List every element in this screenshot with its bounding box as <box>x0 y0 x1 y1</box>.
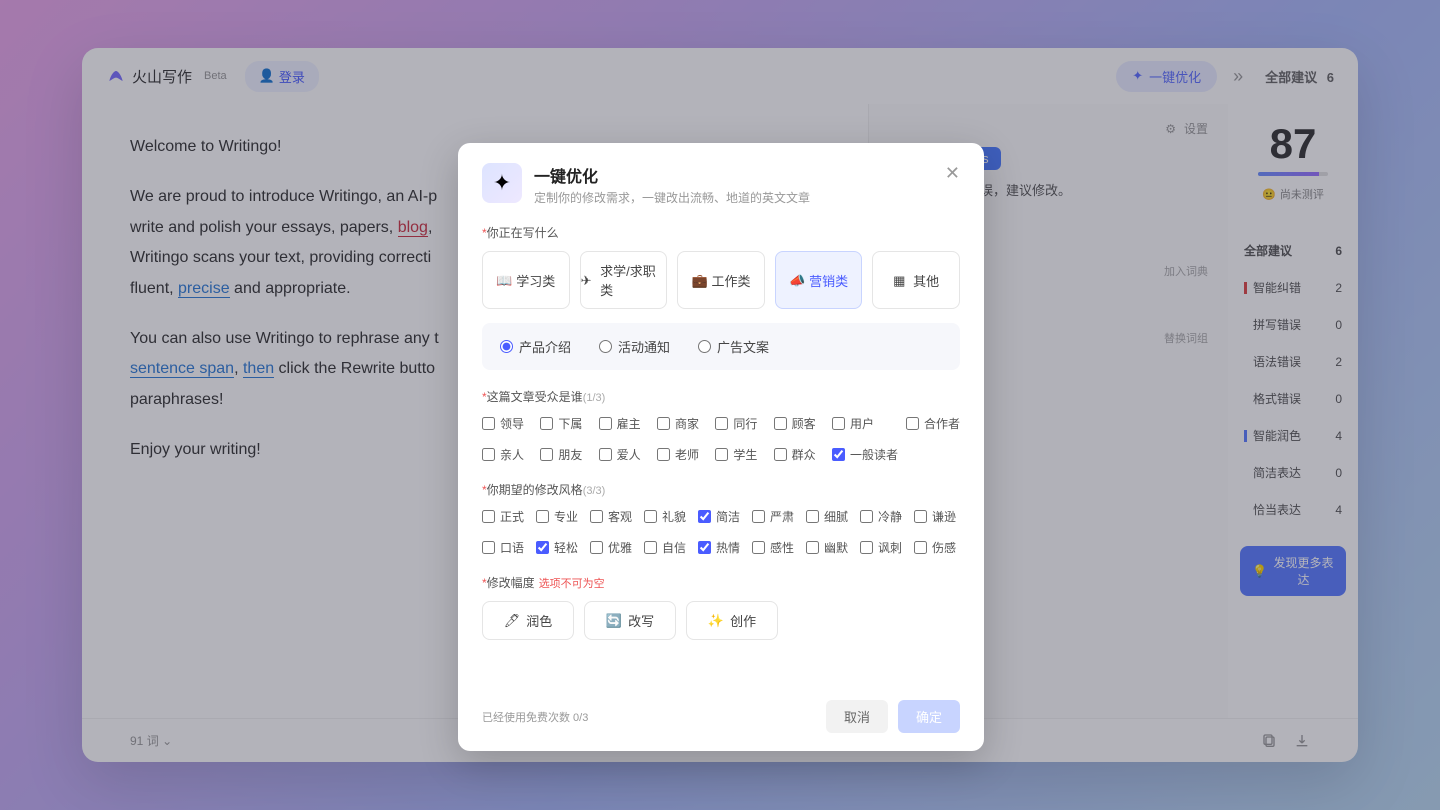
style-checkbox[interactable]: 自信 <box>644 539 690 556</box>
usage-text: 已经使用免费次数 0/3 <box>482 709 588 725</box>
style-checkbox[interactable]: 礼貌 <box>644 508 690 525</box>
style-checkbox[interactable]: 严肃 <box>752 508 798 525</box>
doc-type-tab[interactable]: ✈求学/求职类 <box>580 251 668 309</box>
style-checkbox[interactable]: 伤感 <box>914 539 960 556</box>
action-icon: 🖊 <box>504 613 521 629</box>
intensity-option[interactable]: 🔄改写 <box>584 601 676 640</box>
sparkle-icon: ✦ <box>482 163 522 203</box>
subtype-radio[interactable]: 产品介绍 <box>500 337 571 356</box>
q3-label: *你期望的修改风格(3/3) <box>482 481 960 498</box>
style-checkbox[interactable]: 讽刺 <box>860 539 906 556</box>
style-checkbox[interactable]: 谦逊 <box>914 508 960 525</box>
modal-subtitle: 定制你的修改需求，一键改出流畅、地道的英文文章 <box>534 189 810 206</box>
style-checkbox[interactable]: 口语 <box>482 539 528 556</box>
audience-checkbox[interactable]: 亲人 <box>482 446 532 463</box>
action-icon: ✨ <box>708 613 724 629</box>
style-checkbox[interactable]: 简洁 <box>698 508 744 525</box>
tab-icon: 📣 <box>789 273 803 287</box>
q2-label: *这篇文章受众是谁(1/3) <box>482 388 960 405</box>
style-checkbox[interactable]: 热情 <box>698 539 744 556</box>
style-checkbox[interactable]: 专业 <box>536 508 582 525</box>
doc-type-tab[interactable]: 📖学习类 <box>482 251 570 309</box>
style-checkbox[interactable]: 感性 <box>752 539 798 556</box>
audience-checkbox[interactable]: 一般读者 <box>832 446 898 463</box>
tab-icon: ✈ <box>581 273 594 287</box>
audience-checkbox[interactable]: 雇主 <box>599 415 649 432</box>
audience-checkbox[interactable]: 商家 <box>657 415 707 432</box>
style-checkbox[interactable]: 优雅 <box>590 539 636 556</box>
subtype-radio[interactable]: 广告文案 <box>698 337 769 356</box>
optimize-modal: ✦ 一键优化 定制你的修改需求，一键改出流畅、地道的英文文章 ✕ *你正在写什么… <box>458 143 984 751</box>
intensity-option[interactable]: 🖊润色 <box>482 601 574 640</box>
audience-checkbox[interactable]: 学生 <box>715 446 765 463</box>
doc-type-tab[interactable]: ▦其他 <box>872 251 960 309</box>
style-checkbox[interactable]: 轻松 <box>536 539 582 556</box>
audience-checkbox[interactable]: 朋友 <box>540 446 590 463</box>
style-checkbox[interactable]: 冷静 <box>860 508 906 525</box>
cancel-button[interactable]: 取消 <box>826 700 888 733</box>
action-icon: 🔄 <box>606 613 622 629</box>
doc-type-tab[interactable]: 📣营销类 <box>775 251 863 309</box>
doc-type-tab[interactable]: 💼工作类 <box>677 251 765 309</box>
audience-checkbox[interactable]: 下属 <box>540 415 590 432</box>
style-checkbox[interactable]: 正式 <box>482 508 528 525</box>
audience-checkbox[interactable]: 同行 <box>715 415 765 432</box>
audience-checkbox[interactable]: 领导 <box>482 415 532 432</box>
tab-icon: 📖 <box>496 273 510 287</box>
style-checkbox[interactable]: 幽默 <box>806 539 852 556</box>
tab-icon: 💼 <box>691 273 705 287</box>
audience-checkbox[interactable]: 群众 <box>774 446 824 463</box>
audience-checkbox[interactable]: 用户 <box>832 415 898 432</box>
audience-checkbox[interactable]: 老师 <box>657 446 707 463</box>
style-checkbox[interactable]: 客观 <box>590 508 636 525</box>
audience-checkbox[interactable]: 爱人 <box>599 446 649 463</box>
style-checkbox[interactable]: 细腻 <box>806 508 852 525</box>
audience-checkbox[interactable]: 合作者 <box>906 415 960 432</box>
intensity-option[interactable]: ✨创作 <box>686 601 778 640</box>
q1-label: *你正在写什么 <box>482 224 960 241</box>
tab-icon: ▦ <box>893 273 907 287</box>
confirm-button[interactable]: 确定 <box>898 700 960 733</box>
subtype-radio[interactable]: 活动通知 <box>599 337 670 356</box>
close-button[interactable]: ✕ <box>945 163 960 184</box>
q4-label: *修改幅度选项不可为空 <box>482 574 960 591</box>
modal-title: 一键优化 <box>534 163 810 187</box>
audience-checkbox[interactable]: 顾客 <box>774 415 824 432</box>
